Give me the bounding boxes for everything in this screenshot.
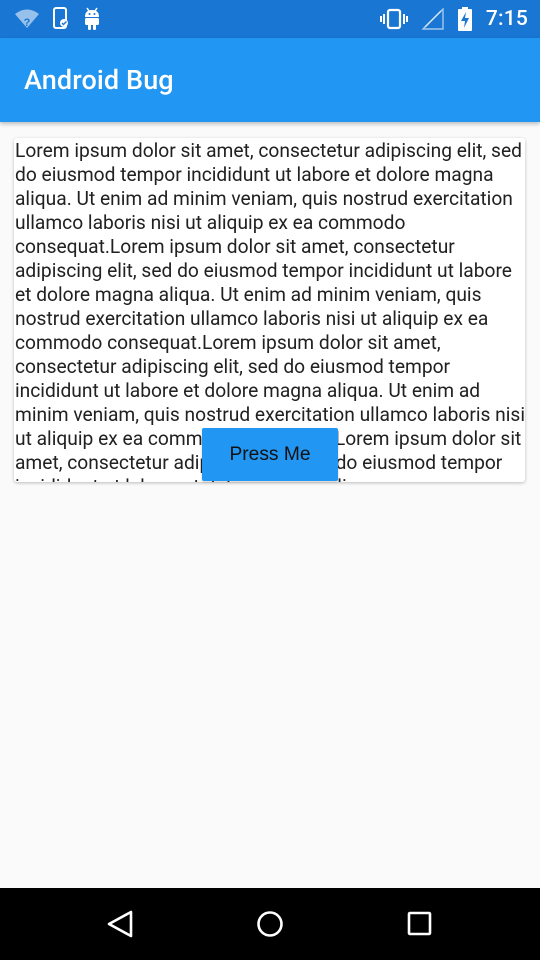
status-bar-left: ? bbox=[14, 6, 102, 32]
status-bar: ? 7:15 bbox=[0, 0, 540, 38]
vibrate-icon bbox=[379, 8, 408, 30]
app-title: Android Bug bbox=[24, 64, 174, 96]
svg-text:?: ? bbox=[24, 17, 31, 29]
android-icon bbox=[82, 7, 102, 31]
recents-icon[interactable] bbox=[404, 908, 436, 940]
press-me-button[interactable]: Press Me bbox=[202, 428, 338, 481]
battery-charging-icon bbox=[457, 7, 472, 31]
app-bar: Android Bug bbox=[0, 38, 540, 122]
wifi-unknown-icon: ? bbox=[14, 8, 40, 30]
back-icon[interactable] bbox=[104, 908, 136, 940]
navigation-bar bbox=[0, 888, 540, 960]
signal-icon bbox=[421, 8, 444, 30]
device-icon bbox=[52, 7, 70, 31]
home-icon[interactable] bbox=[254, 908, 286, 940]
status-bar-right: 7:15 bbox=[379, 6, 528, 32]
status-time: 7:15 bbox=[485, 7, 528, 31]
